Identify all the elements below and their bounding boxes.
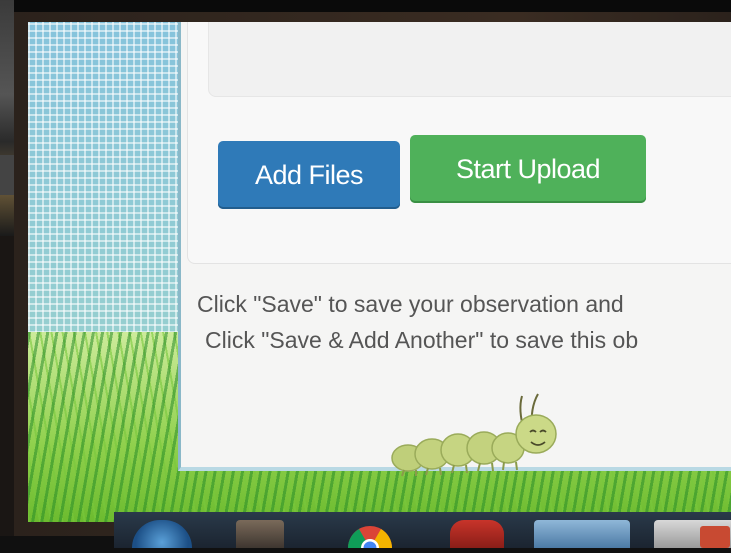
chrome-icon[interactable]	[342, 520, 398, 553]
save-instructions: Click "Save" to save your observation an…	[197, 286, 731, 358]
start-upload-button[interactable]: Start Upload	[410, 135, 646, 203]
caterpillar-icon	[386, 390, 561, 480]
media-player-icon[interactable]	[236, 520, 284, 548]
paint-icon[interactable]	[450, 520, 504, 548]
powerpoint-logo	[700, 526, 730, 548]
add-files-button[interactable]: Add Files	[218, 141, 400, 209]
file-dropzone[interactable]	[208, 22, 731, 97]
background-window-fragment	[0, 155, 14, 195]
observation-form-panel: Add Files Start Upload Click "Save" to s…	[178, 22, 731, 477]
save-add-another-instruction-line: Click "Save & Add Another" to save this …	[205, 327, 639, 353]
file-upload-section: Add Files Start Upload	[187, 22, 731, 264]
internet-explorer-icon[interactable]	[534, 520, 630, 548]
photo-border-top	[0, 0, 731, 12]
monitor-screen: Add Files Start Upload Click "Save" to s…	[28, 22, 731, 522]
windows-taskbar	[114, 512, 731, 553]
monitor-bezel: Add Files Start Upload Click "Save" to s…	[14, 12, 731, 553]
save-instruction-line: Click "Save" to save your observation an…	[197, 291, 624, 317]
windows-start-icon[interactable]	[132, 520, 192, 548]
powerpoint-icon[interactable]	[654, 520, 731, 548]
background-window-edge	[0, 0, 14, 236]
